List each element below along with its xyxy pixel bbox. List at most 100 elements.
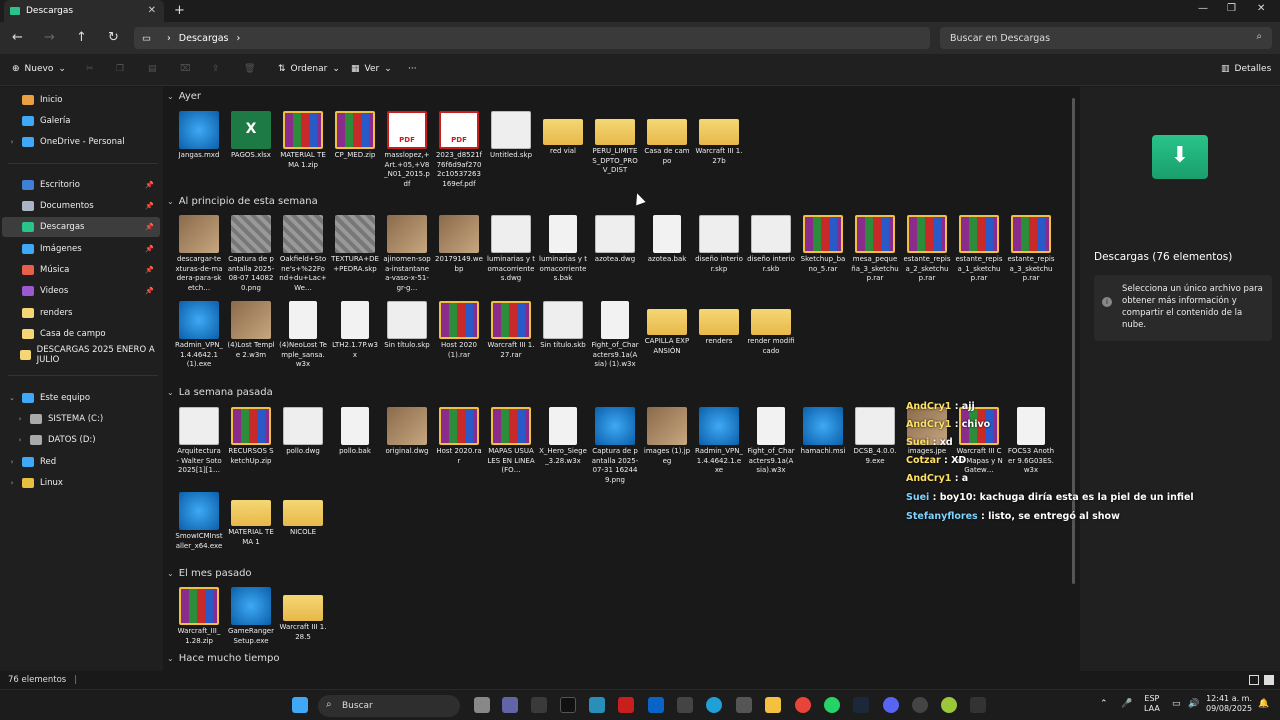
- file-item[interactable]: RECURSOS SketchUp.zip: [227, 407, 275, 466]
- share-icon[interactable]: ⇪: [212, 64, 220, 74]
- file-item[interactable]: NICOLE: [279, 492, 327, 538]
- large-icons-view-icon[interactable]: [1264, 675, 1274, 685]
- maximize-button[interactable]: ❐: [1227, 3, 1236, 14]
- file-item[interactable]: Host 2020 (1).rar: [435, 301, 483, 360]
- new-tab-button[interactable]: +: [174, 3, 185, 18]
- nav-item-escritorio[interactable]: Escritorio 📌: [2, 175, 160, 195]
- nav-item-galeria[interactable]: Galería: [2, 111, 160, 131]
- up-arrow-icon[interactable]: ↑: [76, 30, 87, 45]
- chrome-icon[interactable]: [795, 697, 811, 713]
- nav-item-datos-d[interactable]: › DATOS (D:): [2, 430, 160, 450]
- file-item[interactable]: CAPILLA EXPANSIÓN: [643, 301, 691, 356]
- file-item[interactable]: renders: [695, 301, 743, 347]
- back-arrow-icon[interactable]: ←: [12, 30, 23, 45]
- file-item[interactable]: estante_repisa_2_sketchup.rar: [903, 215, 951, 284]
- group-header-pasada[interactable]: ⌄ La semana pasada: [167, 387, 273, 398]
- file-item[interactable]: Casa de campo: [643, 111, 691, 166]
- nav-item-red[interactable]: › Red: [2, 452, 160, 472]
- nav-item-casa-de-campo[interactable]: Casa de campo: [2, 324, 160, 344]
- store-icon[interactable]: [531, 697, 547, 713]
- file-item[interactable]: CP_MED.zip: [331, 111, 379, 161]
- file-item[interactable]: MATERIAL TEMA 1.zip: [279, 111, 327, 170]
- file-item[interactable]: PERU_LIMITES_DPTO_PROV_DIST: [591, 111, 639, 176]
- discord-icon[interactable]: [883, 697, 899, 713]
- file-item[interactable]: MAPAS USUALES EN LINEA(FO…: [487, 407, 535, 476]
- cut-icon[interactable]: ✂: [86, 64, 94, 74]
- taskbar-search[interactable]: ⌕ Buscar: [318, 695, 460, 717]
- pin-icon[interactable]: 📌: [145, 223, 154, 231]
- copy-icon[interactable]: ❐: [116, 64, 124, 74]
- file-item[interactable]: Radmin_VPN_1.4.4642.1.exe: [695, 407, 743, 476]
- group-header-mes[interactable]: ⌄ El mes pasado: [167, 568, 252, 579]
- notification-icon[interactable]: 🔔: [1258, 699, 1269, 709]
- file-item[interactable]: Fight_of_Characters9.1a(Asia).w3x: [747, 407, 795, 476]
- app-icon[interactable]: [970, 697, 986, 713]
- search-input[interactable]: Buscar en Descargas ⌕: [940, 27, 1272, 49]
- file-item[interactable]: X_Hero_Siege_3.28.w3x: [539, 407, 587, 466]
- nav-item-descargas[interactable]: Descargas 📌: [2, 217, 160, 237]
- file-item[interactable]: Warcraft_III_1.28.zip: [175, 587, 223, 646]
- file-item[interactable]: images.jpe: [903, 407, 951, 457]
- close-tab-icon[interactable]: ✕: [148, 5, 156, 16]
- task-view-icon[interactable]: [474, 697, 490, 713]
- nav-item-inicio[interactable]: Inicio: [2, 90, 160, 110]
- file-item[interactable]: Sin título.skb: [539, 301, 587, 351]
- file-item[interactable]: TEXTURA+DE+PEDRA.skp: [331, 215, 379, 274]
- file-item[interactable]: Arquitectura - Walter Soto 2025[1][1…: [175, 407, 223, 476]
- clock[interactable]: 12:41 a. m. 09/08/2025: [1206, 694, 1252, 714]
- outlook-icon[interactable]: [648, 697, 664, 713]
- nav-item-linux[interactable]: › Linux: [2, 473, 160, 493]
- tiktok-icon[interactable]: [560, 697, 576, 713]
- file-item[interactable]: ajinomen-sopa-instantanea-vaso-x-51-gr-g…: [383, 215, 431, 293]
- file-item[interactable]: luminarias y tomacorrientes.dwg: [487, 215, 535, 284]
- new-button[interactable]: ⊕ Nuevo ⌄: [12, 64, 66, 74]
- edge-icon[interactable]: [706, 697, 722, 713]
- details-view-icon[interactable]: [1249, 675, 1259, 685]
- file-item[interactable]: (4)Lost Temple 2.w3m: [227, 301, 275, 360]
- nav-item-este-equipo[interactable]: ⌄ Este equipo: [2, 388, 160, 408]
- file-item[interactable]: MATERIAL TEMA 1: [227, 492, 275, 547]
- nav-item-descargas-2025[interactable]: DESCARGAS 2025 ENERO A JULIO: [2, 345, 160, 365]
- pin-icon[interactable]: 📌: [145, 287, 154, 295]
- start-icon[interactable]: [292, 697, 308, 713]
- forward-arrow-icon[interactable]: →: [44, 30, 55, 45]
- steam-icon[interactable]: [853, 697, 869, 713]
- file-item[interactable]: Captura de pantalla 2025-08-07 140820.pn…: [227, 215, 275, 293]
- file-item[interactable]: Fight_of_Characters9.1a(Asia) (1).w3x: [591, 301, 639, 370]
- file-item[interactable]: descargar-texturas-de-madera-para-sketch…: [175, 215, 223, 293]
- file-item[interactable]: diseño interior.skb: [747, 215, 795, 274]
- more-options-button[interactable]: ···: [408, 64, 417, 74]
- nav-item-musica[interactable]: Música 📌: [2, 260, 160, 280]
- file-item[interactable]: azotea.dwg: [591, 215, 639, 265]
- netflix-icon[interactable]: [618, 697, 634, 713]
- obs-icon[interactable]: [912, 697, 928, 713]
- pin-icon[interactable]: 📌: [145, 181, 154, 189]
- pin-icon[interactable]: 📌: [145, 266, 154, 274]
- nav-item-imagenes[interactable]: Imágenes 📌: [2, 239, 160, 259]
- tab-descargas[interactable]: Descargas ✕: [4, 0, 164, 22]
- file-item[interactable]: LTH2.1.7P.w3x: [331, 301, 379, 360]
- file-item[interactable]: estante_repisa_1_sketchup.rar: [955, 215, 1003, 284]
- view-button[interactable]: ▦ Ver ⌄: [351, 64, 392, 74]
- network-icon[interactable]: ▭: [1172, 699, 1181, 709]
- file-item[interactable]: hamachi.msi: [799, 407, 847, 457]
- file-item[interactable]: Sin título.skp: [383, 301, 431, 351]
- paste-icon[interactable]: ▤: [148, 64, 157, 74]
- file-item[interactable]: FOCS3 Another 9.6G03ES.w3x: [1007, 407, 1055, 476]
- file-item[interactable]: luminarias y tomacorrientes.bak: [539, 215, 587, 284]
- file-item[interactable]: Untitled.skp: [487, 111, 535, 161]
- delete-icon[interactable]: 🗑: [244, 64, 255, 74]
- file-item[interactable]: pollo.bak: [331, 407, 379, 457]
- sort-button[interactable]: ⇅ Ordenar ⌄: [278, 64, 340, 74]
- app-icon[interactable]: [941, 697, 957, 713]
- volume-icon[interactable]: 🔊: [1188, 699, 1199, 709]
- file-item[interactable]: GameRangerSetup.exe: [227, 587, 275, 646]
- address-bar[interactable]: ▭ › Descargas ›: [134, 27, 930, 49]
- details-button[interactable]: ▥ Detalles: [1221, 64, 1271, 74]
- file-item[interactable]: (4)NeoLost Temple_sansa.w3x: [279, 301, 327, 370]
- whatsapp-icon[interactable]: [824, 697, 840, 713]
- file-item[interactable]: Sketchup_bano_5.rar: [799, 215, 847, 274]
- file-item[interactable]: azotea.bak: [643, 215, 691, 265]
- nav-item-documentos[interactable]: Documentos 📌: [2, 196, 160, 216]
- file-item[interactable]: estante_repisa_3_sketchup.rar: [1007, 215, 1055, 284]
